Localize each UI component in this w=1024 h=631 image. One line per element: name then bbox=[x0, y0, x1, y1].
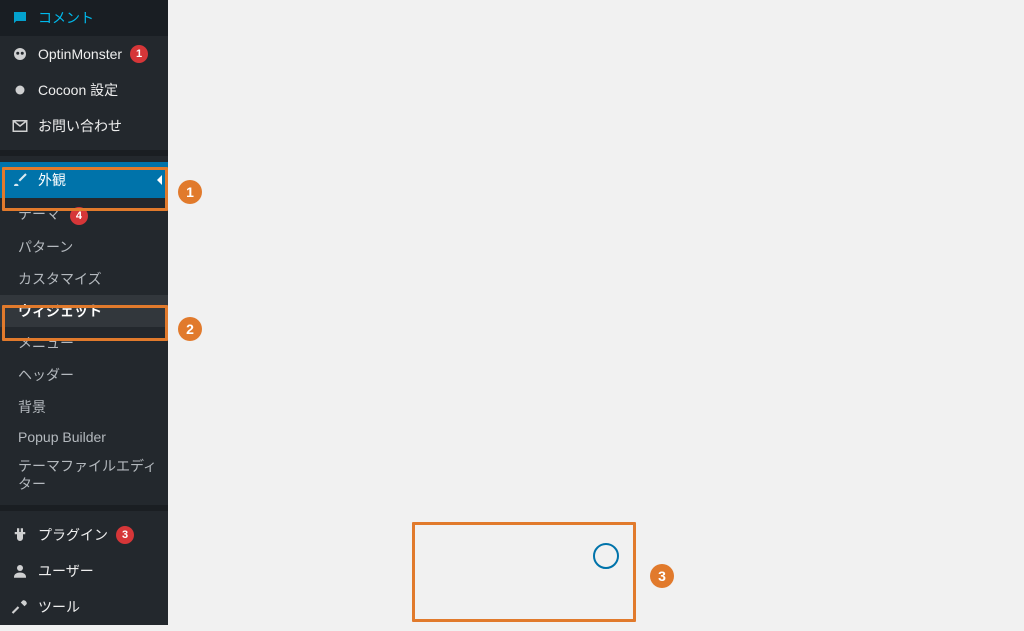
sidebar-label: Cocoon 設定 bbox=[38, 80, 118, 100]
sidebar-separator bbox=[0, 505, 168, 511]
annotation-number-2: 2 bbox=[178, 317, 202, 341]
wrench-icon bbox=[10, 597, 30, 617]
chevron-left-icon bbox=[157, 175, 162, 185]
sidebar-sub-label: メニュー bbox=[18, 335, 74, 351]
sidebar-sub-patterns[interactable]: パターン bbox=[0, 231, 168, 263]
brush-icon bbox=[10, 170, 30, 190]
sidebar-item-users[interactable]: ユーザー bbox=[0, 553, 168, 589]
sidebar-item-contact[interactable]: お問い合わせ bbox=[0, 108, 168, 144]
sidebar-sub-theme-file-editor[interactable]: テーマファイルエディター bbox=[0, 451, 168, 499]
notification-badge: 1 bbox=[130, 45, 148, 63]
sidebar-sub-header[interactable]: ヘッダー bbox=[0, 359, 168, 391]
notification-badge: 4 bbox=[70, 207, 88, 225]
annotation-number-3: 3 bbox=[650, 564, 674, 588]
sidebar-sub-widgets[interactable]: ウィジェット bbox=[0, 295, 168, 327]
sidebar-separator bbox=[0, 150, 168, 156]
sidebar-item-cocoon[interactable]: Cocoon 設定 bbox=[0, 72, 168, 108]
sidebar-sub-label: Popup Builder bbox=[18, 429, 106, 445]
sidebar-sub-customize[interactable]: カスタマイズ bbox=[0, 263, 168, 295]
sidebar-label: お問い合わせ bbox=[38, 116, 122, 136]
sidebar-sub-themes[interactable]: テーマ 4 bbox=[0, 198, 168, 231]
mail-icon bbox=[10, 116, 30, 136]
sidebar-label: コメント bbox=[38, 8, 94, 28]
annotation-number-1: 1 bbox=[178, 180, 202, 204]
widget-group: リストで表示します。 bbox=[16, 625, 230, 631]
admin-sidebar: コメント OptinMonster 1 Cocoon 設定 お問い合わせ 外観 … bbox=[0, 0, 168, 625]
optinmonster-icon bbox=[10, 44, 30, 64]
annotation-box-3 bbox=[412, 522, 636, 622]
sidebar-sub-label: カスタマイズ bbox=[18, 271, 102, 287]
sidebar-sub-label: 背景 bbox=[18, 399, 46, 415]
main-content: リストで表示します。 つきで表示するウィジェットです。 [C] 最近のコメント … bbox=[0, 625, 1024, 631]
sidebar-item-optinmonster[interactable]: OptinMonster 1 bbox=[0, 36, 168, 72]
widget-group: つきで表示するウィジェットです。 bbox=[248, 625, 462, 631]
sidebar-sub-menus[interactable]: メニュー bbox=[0, 327, 168, 359]
sidebar-sub-label: テーマ bbox=[18, 206, 60, 222]
dot-icon bbox=[10, 80, 30, 100]
sidebar-sub-label: ヘッダー bbox=[18, 367, 74, 383]
sidebar-item-comments[interactable]: コメント bbox=[0, 0, 168, 36]
sidebar-sub-label: ウィジェット bbox=[18, 303, 102, 319]
sidebar-sub-popup-builder[interactable]: Popup Builder bbox=[0, 423, 168, 451]
widget-areas: 投稿コメント上 投稿コメント下 固定ページタイトル上 固定ページタイトル下 bbox=[490, 627, 1024, 631]
sidebar-label: ツール bbox=[38, 597, 80, 617]
user-icon bbox=[10, 561, 30, 581]
sidebar-sub-label: テーマファイルエディター bbox=[18, 458, 157, 492]
notification-badge: 3 bbox=[116, 526, 134, 544]
sidebar-item-tools[interactable]: ツール bbox=[0, 589, 168, 625]
annotation-circle bbox=[593, 543, 619, 569]
sidebar-sub-label: パターン bbox=[18, 239, 73, 255]
sidebar-label: プラグイン bbox=[38, 525, 108, 545]
sidebar-label: ユーザー bbox=[38, 561, 94, 581]
sidebar-item-plugins[interactable]: プラグイン 3 bbox=[0, 517, 168, 553]
sidebar-label: OptinMonster bbox=[38, 46, 122, 62]
plugin-icon bbox=[10, 525, 30, 545]
available-widgets: リストで表示します。 つきで表示するウィジェットです。 [C] 最近のコメント … bbox=[16, 627, 470, 631]
sidebar-label: 外観 bbox=[38, 170, 66, 190]
sidebar-item-appearance[interactable]: 外観 bbox=[0, 162, 168, 198]
comment-icon bbox=[10, 8, 30, 28]
sidebar-sub-background[interactable]: 背景 bbox=[0, 391, 168, 423]
